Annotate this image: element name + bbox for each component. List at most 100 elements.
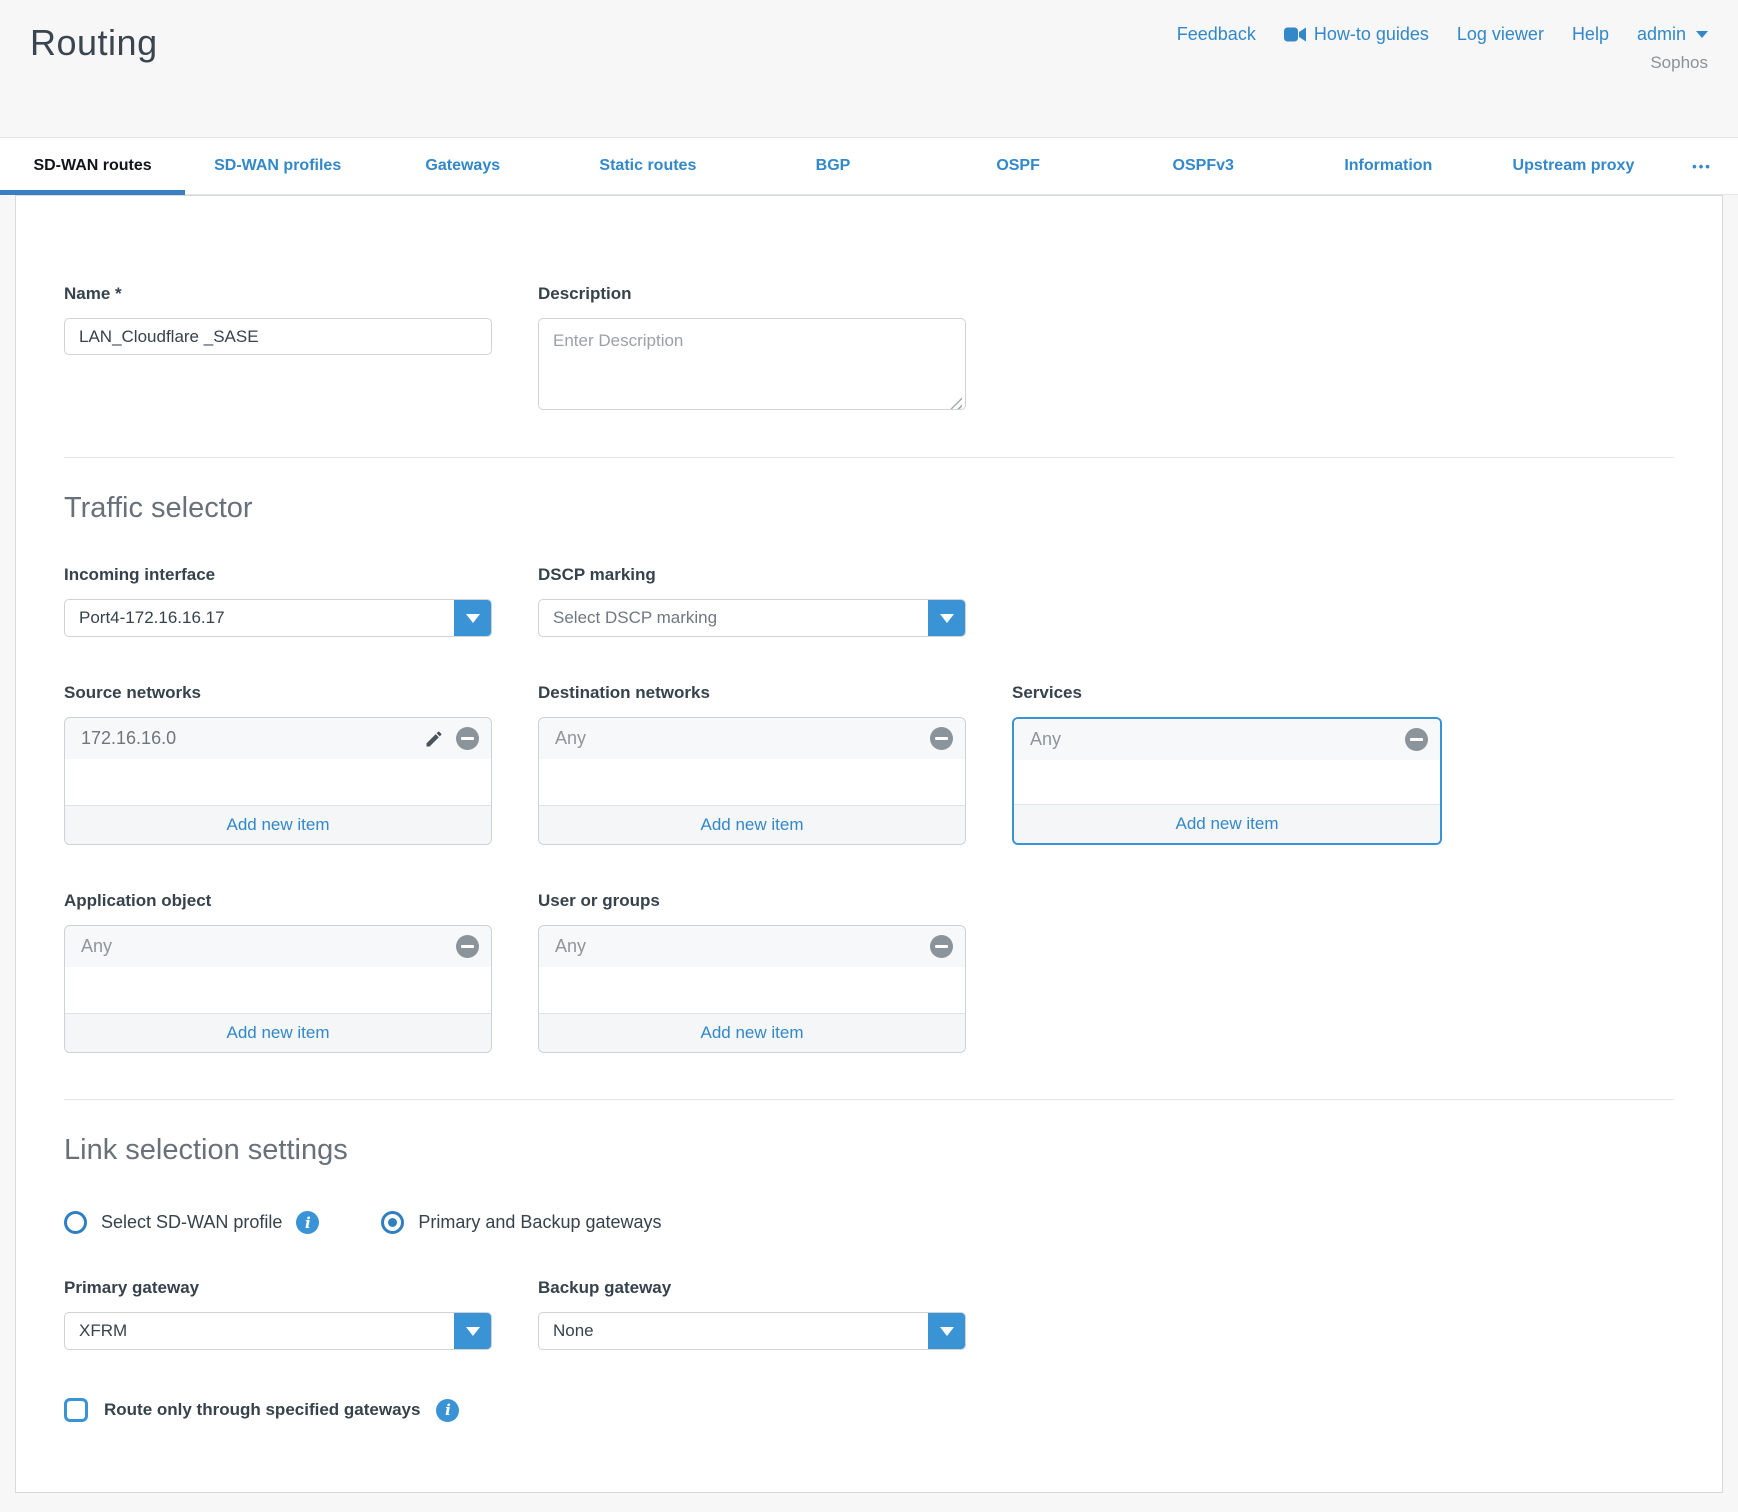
- radio-icon[interactable]: [64, 1211, 87, 1234]
- feedback-link[interactable]: Feedback: [1177, 24, 1256, 45]
- tab-information[interactable]: Information: [1296, 138, 1481, 194]
- radio-select-sdwan-profile[interactable]: Select SD-WAN profile i: [64, 1211, 319, 1234]
- tab-gateways[interactable]: Gateways: [370, 138, 555, 194]
- destination-networks-listbox: Any Add new item: [538, 717, 966, 845]
- listbox-empty-area: [1014, 760, 1440, 804]
- link-selection-heading: Link selection settings: [64, 1134, 1674, 1167]
- dropdown-button[interactable]: [928, 1313, 965, 1349]
- backup-gateway-label: Backup gateway: [538, 1278, 966, 1298]
- feedback-label: Feedback: [1177, 24, 1256, 45]
- remove-item-icon[interactable]: [456, 727, 479, 750]
- services-label: Services: [1012, 683, 1440, 703]
- dscp-marking-value: Select DSCP marking: [539, 600, 928, 636]
- app-users-row: Application object Any Add new item User…: [64, 891, 1674, 1053]
- chevron-down-icon: [940, 614, 954, 623]
- list-item: Any: [65, 926, 491, 967]
- services-group: Services Any Add new item: [1012, 683, 1440, 845]
- radio-icon-selected[interactable]: [381, 1211, 404, 1234]
- application-object-group: Application object Any Add new item: [64, 891, 492, 1053]
- primary-gateway-label: Primary gateway: [64, 1278, 492, 1298]
- section-divider: [64, 1099, 1674, 1100]
- list-item-value: Any: [81, 936, 456, 957]
- log-viewer-label: Log viewer: [1457, 24, 1544, 45]
- tab-sdwan-profiles[interactable]: SD-WAN profiles: [185, 138, 370, 194]
- list-item: Any: [539, 718, 965, 759]
- application-object-label: Application object: [64, 891, 492, 911]
- route-only-checkbox[interactable]: [64, 1398, 88, 1422]
- section-divider: [64, 457, 1674, 458]
- tab-static-routes[interactable]: Static routes: [555, 138, 740, 194]
- more-tabs-button[interactable]: •••: [1666, 138, 1738, 194]
- add-new-item-button[interactable]: Add new item: [539, 1013, 965, 1052]
- backup-gateway-group: Backup gateway None: [538, 1278, 966, 1350]
- dscp-marking-group: DSCP marking Select DSCP marking: [538, 565, 966, 637]
- description-textarea[interactable]: [538, 318, 966, 410]
- log-viewer-link[interactable]: Log viewer: [1457, 24, 1544, 45]
- radio-primary-backup-gateways[interactable]: Primary and Backup gateways: [381, 1211, 661, 1234]
- tab-ospf[interactable]: OSPF: [926, 138, 1111, 194]
- remove-item-icon[interactable]: [930, 935, 953, 958]
- dscp-marking-select[interactable]: Select DSCP marking: [538, 599, 966, 637]
- listbox-empty-area: [539, 967, 965, 1013]
- brand-label: Sophos: [1177, 53, 1708, 73]
- remove-item-icon[interactable]: [930, 727, 953, 750]
- add-new-item-button[interactable]: Add new item: [539, 805, 965, 844]
- name-field-group: Name *: [64, 284, 492, 415]
- radio-label: Select SD-WAN profile: [101, 1212, 282, 1233]
- page-header: Routing Feedback How-to guides Log viewe…: [0, 0, 1738, 137]
- add-new-item-button[interactable]: Add new item: [65, 805, 491, 844]
- required-asterisk: *: [115, 284, 122, 303]
- description-label: Description: [538, 284, 966, 304]
- user-or-groups-group: User or groups Any Add new item: [538, 891, 966, 1053]
- source-networks-listbox: 172.16.16.0 Add new item: [64, 717, 492, 845]
- edit-pencil-icon[interactable]: [424, 729, 444, 749]
- dropdown-button[interactable]: [454, 1313, 491, 1349]
- user-or-groups-listbox: Any Add new item: [538, 925, 966, 1053]
- chevron-down-icon: [1696, 31, 1708, 38]
- networks-row: Source networks 172.16.16.0 Add new item…: [64, 683, 1674, 845]
- page-title: Routing: [30, 22, 158, 137]
- header-right: Feedback How-to guides Log viewer Help a…: [1177, 22, 1708, 137]
- traffic-selector-heading: Traffic selector: [64, 492, 1674, 525]
- primary-gateway-select[interactable]: XFRM: [64, 1312, 492, 1350]
- add-new-item-button[interactable]: Add new item: [1014, 804, 1440, 843]
- list-item: Any: [1014, 719, 1440, 760]
- chevron-down-icon: [466, 614, 480, 623]
- incoming-interface-label: Incoming interface: [64, 565, 492, 585]
- name-input[interactable]: [64, 318, 492, 355]
- route-only-row: Route only through specified gateways i: [64, 1398, 1674, 1422]
- gateways-row: Primary gateway XFRM Backup gateway None: [64, 1278, 1674, 1350]
- name-description-row: Name * Description: [64, 284, 1674, 415]
- tab-bgp[interactable]: BGP: [740, 138, 925, 194]
- backup-gateway-select[interactable]: None: [538, 1312, 966, 1350]
- help-link[interactable]: Help: [1572, 24, 1609, 45]
- link-selection-radios: Select SD-WAN profile i Primary and Back…: [64, 1211, 1674, 1234]
- tab-sdwan-routes[interactable]: SD-WAN routes: [0, 138, 185, 194]
- dropdown-button[interactable]: [454, 600, 491, 636]
- tab-ospfv3[interactable]: OSPFv3: [1111, 138, 1296, 194]
- list-item-value: 172.16.16.0: [81, 728, 424, 749]
- remove-item-icon[interactable]: [1405, 728, 1428, 751]
- route-only-label: Route only through specified gateways: [104, 1400, 420, 1420]
- incoming-interface-select[interactable]: Port4-172.16.16.17: [64, 599, 492, 637]
- listbox-empty-area: [65, 967, 491, 1013]
- primary-gateway-group: Primary gateway XFRM: [64, 1278, 492, 1350]
- application-object-listbox: Any Add new item: [64, 925, 492, 1053]
- backup-gateway-value: None: [539, 1313, 928, 1349]
- list-item-value: Any: [1030, 729, 1405, 750]
- radio-label: Primary and Backup gateways: [418, 1212, 661, 1233]
- description-field-group: Description: [538, 284, 966, 415]
- dscp-marking-label: DSCP marking: [538, 565, 966, 585]
- list-item-value: Any: [555, 936, 930, 957]
- remove-item-icon[interactable]: [456, 935, 479, 958]
- info-icon[interactable]: i: [296, 1211, 319, 1234]
- add-new-item-button[interactable]: Add new item: [65, 1013, 491, 1052]
- user-or-groups-label: User or groups: [538, 891, 966, 911]
- tab-bar: SD-WAN routes SD-WAN profiles Gateways S…: [0, 137, 1738, 195]
- admin-menu[interactable]: admin: [1637, 24, 1708, 45]
- list-item-value: Any: [555, 728, 930, 749]
- dropdown-button[interactable]: [928, 600, 965, 636]
- howto-guides-link[interactable]: How-to guides: [1284, 24, 1429, 45]
- tab-upstream-proxy[interactable]: Upstream proxy: [1481, 138, 1666, 194]
- info-icon[interactable]: i: [436, 1399, 459, 1422]
